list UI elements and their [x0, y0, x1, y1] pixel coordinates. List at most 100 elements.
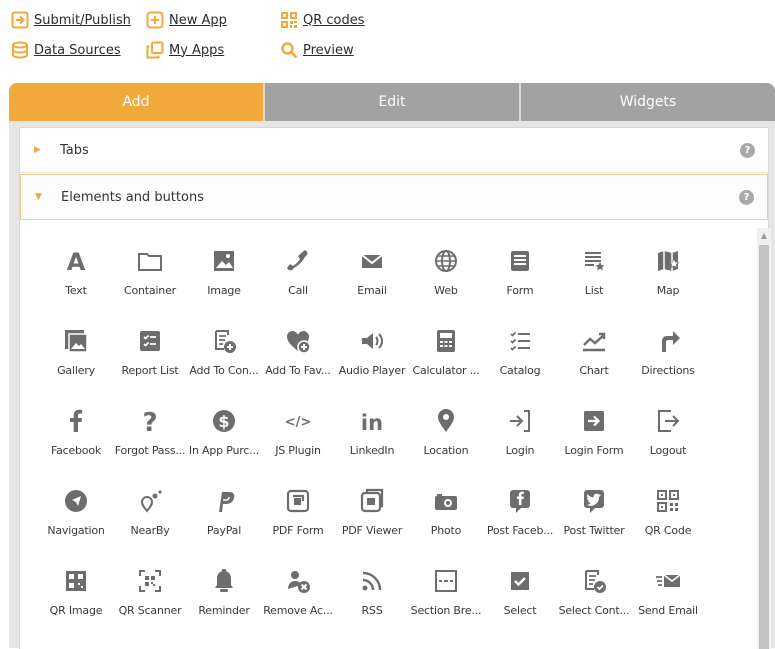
element-tile-label: Call [288, 284, 308, 297]
element-tile-post-twitter[interactable]: Post Twitter [557, 472, 631, 552]
accordion-elements-header[interactable]: ▼ Elements and buttons ? [20, 174, 768, 220]
element-tile-pdf-viewer[interactable]: PDF Viewer [335, 472, 409, 552]
element-tile-qr-scanner[interactable]: QR Scanner [113, 552, 187, 632]
element-tile-label: Chart [579, 364, 609, 377]
help-icon[interactable]: ? [740, 142, 755, 158]
svg-text:A: A [67, 248, 86, 275]
tab-widgets[interactable]: Widgets [519, 83, 775, 121]
element-tile-folder[interactable]: Container [113, 232, 187, 312]
element-tile-code[interactable]: </> JS Plugin [261, 392, 335, 472]
element-tile-gallery[interactable]: Gallery [39, 312, 113, 392]
element-tile-list[interactable]: List [557, 232, 631, 312]
element-tile-location-pin[interactable]: Location [409, 392, 483, 472]
element-tile-label: PDF Viewer [341, 524, 403, 537]
submit-publish-link[interactable]: Submit/Publish [11, 11, 131, 29]
preview-label: Preview [303, 42, 354, 58]
element-tile-facebook[interactable]: Facebook [39, 392, 113, 472]
element-tile-qr-image[interactable]: QR Image [39, 552, 113, 632]
submit-arrow-icon [11, 11, 29, 29]
preview-link[interactable]: Preview [280, 41, 354, 59]
element-tile-qr-code[interactable]: QR Code [631, 472, 705, 552]
add-panel-content: ▶ Tabs ? ▼ Elements and buttons ? A Text C… [19, 127, 771, 649]
folder-icon [135, 246, 165, 276]
logout-icon [653, 406, 683, 436]
element-tile-checkbox[interactable]: Select [483, 552, 557, 632]
navigation-icon [61, 486, 91, 516]
element-tile-label: NearBy [130, 524, 170, 537]
element-tile-label: Gallery [57, 364, 95, 377]
element-tile-pdf-form[interactable]: PDF Form [261, 472, 335, 552]
element-tile-chart[interactable]: Chart [557, 312, 631, 392]
qr-code-icon [280, 11, 298, 29]
element-tile-label: Add To Fav... [265, 364, 331, 377]
new-app-link[interactable]: New App [146, 11, 227, 29]
element-tile-catalog[interactable]: Catalog [483, 312, 557, 392]
element-tile-label: PDF Form [272, 524, 324, 537]
location-pin-icon [431, 406, 461, 436]
element-tile-bell[interactable]: Reminder [187, 552, 261, 632]
element-tile-label: Image [207, 284, 241, 297]
element-tile-nearby[interactable]: NearBy [113, 472, 187, 552]
element-tile-paypal[interactable]: PayPal [187, 472, 261, 552]
element-tile-label: QR Image [49, 604, 103, 617]
copy-icon [146, 41, 164, 59]
element-tile-envelope[interactable]: Email [335, 232, 409, 312]
element-tile-login[interactable]: Login [483, 392, 557, 472]
element-tile-navigation[interactable]: Navigation [39, 472, 113, 552]
accordion-tabs-header[interactable]: ▶ Tabs ? [20, 128, 768, 173]
element-tile-image[interactable]: Image [187, 232, 261, 312]
element-tile-calculator[interactable]: Calculator ... [409, 312, 483, 392]
my-apps-link[interactable]: My Apps [146, 41, 224, 59]
element-tile-label: Location [423, 444, 469, 457]
element-tile-post-facebook[interactable]: Post Faceb... [483, 472, 557, 552]
element-tile-label: Directions [641, 364, 695, 377]
gallery-icon [61, 326, 91, 356]
element-tile-add-favorite[interactable]: Add To Fav... [261, 312, 335, 392]
vertical-scrollbar[interactable]: ▲ [757, 228, 771, 649]
element-tile-phone[interactable]: Call [261, 232, 335, 312]
element-tile-text[interactable]: A Text [39, 232, 113, 312]
tab-add[interactable]: Add [9, 83, 263, 121]
my-apps-label: My Apps [169, 42, 225, 58]
scrollbar-thumb[interactable] [759, 245, 769, 649]
directions-icon [653, 326, 683, 356]
element-tile-remove-account[interactable]: Remove Ac... [261, 552, 335, 632]
element-tile-report-list[interactable]: Report List [113, 312, 187, 392]
text-icon: A [61, 246, 91, 276]
element-tile-form[interactable]: Form [483, 232, 557, 312]
element-tile-linkedin[interactable]: in LinkedIn [335, 392, 409, 472]
image-icon [209, 246, 239, 276]
element-tile-section-break[interactable]: Section Bre... [409, 552, 483, 632]
element-tile-login-form[interactable]: Login Form [557, 392, 631, 472]
data-sources-label: Data Sources [34, 42, 121, 58]
element-tile-speaker[interactable]: Audio Player [335, 312, 409, 392]
login-form-icon [579, 406, 609, 436]
element-tile-label: Login Form [564, 444, 624, 457]
element-tile-rss[interactable]: RSS [335, 552, 409, 632]
element-tile-camera[interactable]: Photo [409, 472, 483, 552]
scroll-up-icon[interactable]: ▲ [757, 228, 771, 242]
element-tile-map[interactable]: Map [631, 232, 705, 312]
element-tile-select-contact[interactable]: Select Cont... [557, 552, 631, 632]
help-icon[interactable]: ? [739, 189, 754, 205]
plus-box-icon [146, 11, 164, 29]
data-sources-link[interactable]: Data Sources [11, 41, 121, 59]
element-tile-label: QR Scanner [118, 604, 182, 617]
element-tile-label: Navigation [47, 524, 105, 537]
element-tile-send-email[interactable]: Send Email [631, 552, 705, 632]
element-tile-add-contact[interactable]: Add To Con... [187, 312, 261, 392]
pdf-form-icon [283, 486, 313, 516]
tab-edit[interactable]: Edit [263, 83, 519, 121]
element-tile-question[interactable]: ? Forgot Pass... [113, 392, 187, 472]
element-tile-dollar[interactable]: $ In App Purc... [187, 392, 261, 472]
element-tile-logout[interactable]: Logout [631, 392, 705, 472]
paypal-icon [209, 486, 239, 516]
element-tile-globe[interactable]: Web [409, 232, 483, 312]
element-tile-label: In App Purc... [188, 444, 260, 457]
catalog-icon [505, 326, 535, 356]
svg-text:</>: </> [285, 415, 312, 430]
qr-codes-link[interactable]: QR codes [280, 11, 365, 29]
accordion-tabs-label: Tabs [60, 142, 89, 158]
calculator-icon [431, 326, 461, 356]
element-tile-directions[interactable]: Directions [631, 312, 705, 392]
